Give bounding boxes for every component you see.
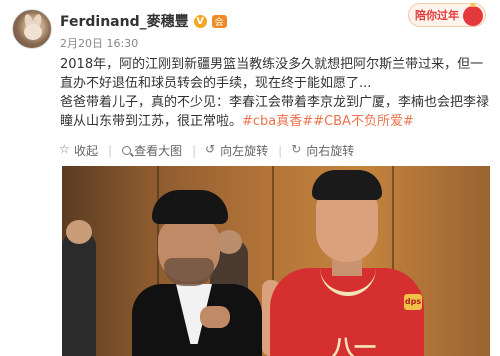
rotate-right-icon bbox=[291, 142, 303, 156]
rotate-left-icon bbox=[205, 142, 217, 156]
post-paragraph: 爸爸带着儿子，真的不少见：李春江会带着李京龙到广厦，李楠也会把李禄瞳从山东带到江… bbox=[60, 93, 490, 131]
image-toolbar: 收起 | 查看大图 | 向左旋转 | 向右旋转 bbox=[59, 142, 355, 159]
post-timestamp[interactable]: 2月20日 16:30 bbox=[60, 35, 138, 51]
toolbar-divider: | bbox=[108, 143, 113, 158]
rotate-left-button[interactable]: 向左旋转 bbox=[205, 142, 269, 159]
post-photo[interactable]: dps 八一 bbox=[62, 166, 490, 356]
jersey-number: 八一 bbox=[332, 336, 377, 356]
rotate-left-label: 向左旋转 bbox=[220, 144, 269, 158]
festival-badge-label: 陪你过年 bbox=[415, 9, 459, 22]
avatar-face bbox=[24, 24, 42, 40]
background-person bbox=[62, 220, 96, 356]
hashtag-link[interactable]: #CBA不负所爱# bbox=[313, 114, 414, 129]
view-large-label: 查看大图 bbox=[134, 144, 183, 158]
toolbar-divider: | bbox=[278, 143, 283, 158]
player-figure: dps 八一 bbox=[262, 170, 432, 356]
verified-v-icon[interactable]: V bbox=[193, 14, 207, 28]
beret-hat bbox=[152, 190, 228, 224]
toolbar-divider: | bbox=[192, 143, 197, 158]
rotate-right-label: 向右旋转 bbox=[306, 144, 355, 158]
festival-badge[interactable]: 陪你过年 bbox=[408, 3, 486, 27]
hashtag-link[interactable]: #cba真香# bbox=[242, 114, 313, 129]
view-large-button[interactable]: 查看大图 bbox=[122, 142, 182, 159]
member-badge-icon[interactable]: 会 bbox=[211, 14, 227, 28]
post-body: 2018年，阿的江刚到新疆男篮当教练没多久就想把阿尔斯兰带过来，但一直办不好退伍… bbox=[60, 55, 490, 131]
lantern-icon bbox=[463, 3, 483, 26]
coach-figure bbox=[132, 188, 262, 356]
jersey-sponsor-logo: dps bbox=[404, 294, 422, 310]
user-name-row: Ferdinand_麥穗豐 V 会 bbox=[60, 11, 227, 31]
user-avatar[interactable] bbox=[12, 9, 52, 49]
magnifier-icon bbox=[122, 146, 132, 155]
collapse-label: 收起 bbox=[74, 144, 99, 158]
post-paragraph: 2018年，阿的江刚到新疆男篮当教练没多久就想把阿尔斯兰带过来，但一直办不好退伍… bbox=[60, 57, 484, 91]
collapse-button[interactable]: 收起 bbox=[59, 142, 99, 159]
collapse-icon bbox=[59, 142, 71, 156]
username-link[interactable]: Ferdinand_麥穗豐 bbox=[60, 11, 189, 31]
rotate-right-button[interactable]: 向右旋转 bbox=[291, 142, 355, 159]
